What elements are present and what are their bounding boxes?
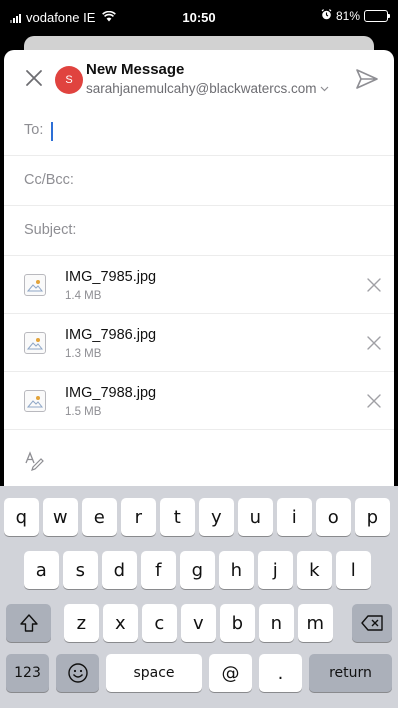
close-button[interactable] <box>22 66 46 90</box>
key-a[interactable]: a <box>24 551 59 589</box>
image-file-icon <box>24 332 46 354</box>
key-i[interactable]: i <box>277 498 312 536</box>
keyboard: 123 space @ . return qwertyuiop asdfghjkl… <box>0 486 398 708</box>
image-file-icon <box>24 390 46 412</box>
account-selector[interactable]: sarahjanemulcahy@blackwatercs.com <box>86 81 329 96</box>
key-w[interactable]: w <box>43 498 78 536</box>
at-key[interactable]: @ <box>209 654 252 692</box>
text-cursor <box>51 122 53 141</box>
format-toolbar <box>4 438 394 482</box>
subject-label: Subject: <box>24 222 77 238</box>
attachment-size: 1.3 MB <box>65 348 102 360</box>
close-icon <box>26 70 42 86</box>
attachment-item[interactable]: IMG_7985.jpg 1.4 MB <box>4 256 394 314</box>
key-z[interactable]: z <box>64 604 99 642</box>
remove-icon <box>367 394 381 408</box>
status-bar: vodafone IE 10:50 81% <box>0 0 398 36</box>
shift-icon <box>19 614 38 632</box>
key-r[interactable]: r <box>121 498 156 536</box>
to-label: To: <box>24 122 44 138</box>
emoji-key[interactable] <box>56 654 99 692</box>
subject-input[interactable] <box>88 206 378 256</box>
chevron-down-icon <box>320 84 329 94</box>
key-t[interactable]: t <box>160 498 195 536</box>
format-text-icon <box>25 451 44 471</box>
attachment-size: 1.5 MB <box>65 406 102 418</box>
key-c[interactable]: c <box>142 604 177 642</box>
attachment-name: IMG_7986.jpg <box>65 327 157 343</box>
key-v[interactable]: v <box>181 604 216 642</box>
key-o[interactable]: o <box>316 498 351 536</box>
space-key[interactable]: space <box>106 654 202 692</box>
attachment-item[interactable]: IMG_7988.jpg 1.5 MB <box>4 372 394 430</box>
shift-key[interactable] <box>6 604 51 642</box>
key-x[interactable]: x <box>103 604 138 642</box>
key-q[interactable]: q <box>4 498 39 536</box>
key-l[interactable]: l <box>336 551 371 589</box>
attachment-size: 1.4 MB <box>65 290 102 302</box>
key-p[interactable]: p <box>355 498 390 536</box>
to-input[interactable] <box>54 106 374 156</box>
format-button[interactable] <box>22 448 46 472</box>
remove-icon <box>367 336 381 350</box>
battery-icon <box>364 10 390 22</box>
remove-attachment-button[interactable] <box>364 333 384 353</box>
image-file-icon <box>24 274 46 296</box>
key-s[interactable]: s <box>63 551 98 589</box>
backspace-key[interactable] <box>352 604 392 642</box>
key-n[interactable]: n <box>259 604 294 642</box>
key-f[interactable]: f <box>141 551 176 589</box>
send-button[interactable] <box>354 66 380 92</box>
to-field: To: <box>4 106 394 156</box>
attachment-item[interactable]: IMG_7986.jpg 1.3 MB <box>4 314 394 372</box>
attachment-name: IMG_7985.jpg <box>65 269 157 285</box>
alarm-icon <box>321 9 332 23</box>
compose-header: S New Message sarahjanemulcahy@blackwate… <box>4 50 394 106</box>
return-key[interactable]: return <box>309 654 392 692</box>
avatar: S <box>55 66 83 94</box>
period-key[interactable]: . <box>259 654 302 692</box>
emoji-icon <box>67 663 88 683</box>
cc-bcc-field[interactable]: Cc/Bcc: <box>4 156 394 206</box>
account-email: sarahjanemulcahy@blackwatercs.com <box>86 81 317 96</box>
key-y[interactable]: y <box>199 498 234 536</box>
cc-bcc-label: Cc/Bcc: <box>24 172 74 188</box>
numbers-key[interactable]: 123 <box>6 654 49 692</box>
remove-attachment-button[interactable] <box>364 391 384 411</box>
key-k[interactable]: k <box>297 551 332 589</box>
key-d[interactable]: d <box>102 551 137 589</box>
key-u[interactable]: u <box>238 498 273 536</box>
key-h[interactable]: h <box>219 551 254 589</box>
subject-field: Subject: <box>4 206 394 256</box>
remove-icon <box>367 278 381 292</box>
backspace-icon <box>361 615 383 631</box>
key-b[interactable]: b <box>220 604 255 642</box>
key-e[interactable]: e <box>82 498 117 536</box>
remove-attachment-button[interactable] <box>364 275 384 295</box>
battery-percent: 81% <box>335 9 360 23</box>
send-icon <box>356 69 378 89</box>
attachment-name: IMG_7988.jpg <box>65 385 157 401</box>
key-m[interactable]: m <box>298 604 333 642</box>
key-j[interactable]: j <box>258 551 293 589</box>
key-g[interactable]: g <box>180 551 215 589</box>
compose-title: New Message <box>86 61 185 78</box>
